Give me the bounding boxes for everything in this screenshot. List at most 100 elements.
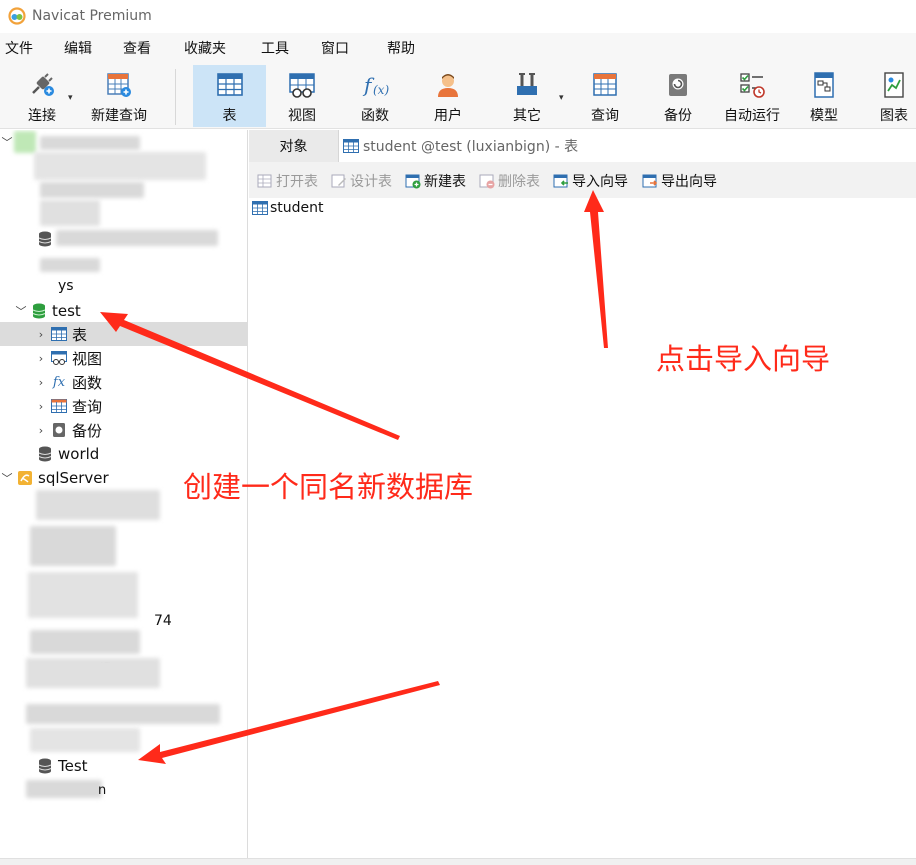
tree-partial-label: ys xyxy=(58,278,74,294)
design-table-label: 设计表 xyxy=(350,174,392,190)
user-tool-label: 用户 xyxy=(434,108,462,124)
query-tool-button[interactable]: 查询 xyxy=(574,65,636,127)
tree-test-functions[interactable]: › fx 函数 xyxy=(34,370,102,394)
chevron-down-icon[interactable]: ﹀ xyxy=(14,303,28,319)
tree-test-tables[interactable]: › 表 xyxy=(0,322,247,346)
menu-file[interactable]: 文件 xyxy=(0,38,59,58)
open-table-label: 打开表 xyxy=(276,174,318,190)
table-icon xyxy=(213,69,247,101)
user-tool-button[interactable]: 用户 xyxy=(418,65,478,127)
new-table-icon xyxy=(405,174,421,189)
import-wizard-button[interactable]: 导入向导 xyxy=(553,170,628,192)
tree-db-Test[interactable]: Test xyxy=(34,754,88,778)
table-item-student[interactable]: student xyxy=(252,200,324,216)
tab-student-table[interactable]: student @test (luxianbign) - 表 xyxy=(339,130,916,162)
tree-connection-sqlserver-label: sqlServer xyxy=(38,469,109,487)
chevron-right-icon[interactable]: › xyxy=(34,376,48,389)
view-tool-button[interactable]: 视图 xyxy=(270,65,334,127)
chevron-down-icon[interactable]: ﹀ xyxy=(0,470,14,486)
menu-favorites[interactable]: 收藏夹 xyxy=(179,38,256,58)
database-icon xyxy=(37,231,53,247)
new-query-button[interactable]: 新建查询 xyxy=(86,65,152,127)
delete-table-icon xyxy=(479,174,495,189)
chart-icon xyxy=(877,69,911,101)
automation-tool-label: 自动运行 xyxy=(724,108,780,124)
function-tool-button[interactable]: f (x) 函数 xyxy=(344,65,406,127)
tree-queries-label: 查询 xyxy=(72,397,103,416)
blurred-region xyxy=(40,136,140,150)
user-icon xyxy=(431,69,465,101)
tree-db-world-label: world xyxy=(58,445,100,463)
blurred-region xyxy=(56,230,218,246)
open-table-button[interactable]: 打开表 xyxy=(257,170,318,192)
table-icon xyxy=(343,139,359,153)
tree-db-test[interactable]: ﹀ test xyxy=(14,299,81,323)
blurred-region xyxy=(30,630,140,654)
blurred-region xyxy=(30,526,116,566)
blurred-region xyxy=(40,200,100,226)
tree-db-blurred[interactable] xyxy=(34,227,58,251)
menu-window[interactable]: 窗口 xyxy=(316,38,382,58)
tools-icon xyxy=(510,69,544,101)
model-tool-button[interactable]: 模型 xyxy=(796,65,852,127)
new-table-button[interactable]: 新建表 xyxy=(405,170,466,192)
tree-db-ys-partial[interactable]: ys xyxy=(58,276,74,296)
menu-tools[interactable]: 工具 xyxy=(256,38,316,58)
table-tool-button[interactable]: 表 xyxy=(193,65,266,127)
blurred-region xyxy=(26,658,160,688)
export-wizard-button[interactable]: 导出向导 xyxy=(642,170,717,192)
table-icon xyxy=(252,201,268,215)
view-icon xyxy=(285,69,319,101)
tree-tables-label: 表 xyxy=(72,325,88,344)
chevron-right-icon[interactable]: › xyxy=(34,400,48,413)
tree-db-74-partial[interactable]: 74 xyxy=(154,610,172,632)
blurred-region xyxy=(28,572,138,618)
other-dropdown-arrow[interactable]: ▾ xyxy=(559,93,564,103)
tree-test-views[interactable]: › 视图 xyxy=(34,346,102,370)
tree-partial-label: 74 xyxy=(154,613,172,629)
import-wizard-icon xyxy=(553,174,568,188)
design-table-icon xyxy=(331,174,346,188)
tree-db-world[interactable]: world xyxy=(34,442,99,466)
open-table-icon xyxy=(257,174,272,188)
chevron-right-icon[interactable]: › xyxy=(34,352,48,365)
tree-db-n-partial[interactable]: n xyxy=(98,780,106,800)
tab-objects[interactable]: 对象 xyxy=(249,130,339,162)
export-wizard-icon xyxy=(642,174,658,188)
chart-tool-button[interactable]: 图表 xyxy=(872,65,916,127)
title-bar: Navicat Premium xyxy=(0,0,916,32)
connect-button[interactable]: 连接 xyxy=(14,65,70,127)
model-tool-label: 模型 xyxy=(810,108,838,124)
tree-db-test-label: test xyxy=(52,302,81,320)
chevron-right-icon[interactable]: › xyxy=(34,328,48,341)
tree-connection-sqlserver[interactable]: ﹀ sqlServer xyxy=(0,466,109,490)
menu-help[interactable]: 帮助 xyxy=(382,38,442,58)
design-table-button[interactable]: 设计表 xyxy=(331,170,392,192)
backup-icon xyxy=(51,422,67,438)
annotation-import-hint: 点击导入向导 xyxy=(656,342,831,376)
delete-table-label: 删除表 xyxy=(498,174,540,190)
tree-test-queries[interactable]: › 查询 xyxy=(34,394,102,418)
automation-icon xyxy=(735,69,769,101)
connect-dropdown-arrow[interactable]: ▾ xyxy=(68,93,73,103)
chevron-right-icon[interactable]: › xyxy=(34,424,48,437)
backup-tool-button[interactable]: 备份 xyxy=(648,65,708,127)
menu-edit[interactable]: 编辑 xyxy=(59,38,118,58)
automation-tool-button[interactable]: 自动运行 xyxy=(718,65,786,127)
menu-view[interactable]: 查看 xyxy=(118,38,179,58)
backup-tool-label: 备份 xyxy=(664,108,692,124)
tab-bar: 对象 student @test (luxianbign) - 表 xyxy=(249,130,916,162)
chevron-down-icon[interactable]: ﹀ xyxy=(0,134,14,150)
delete-table-button[interactable]: 删除表 xyxy=(479,170,540,192)
query-tool-label: 查询 xyxy=(591,108,619,124)
function-icon: fx xyxy=(52,374,66,390)
annotation-create-db-hint: 创建一个同名新数据库 xyxy=(183,470,474,504)
view-icon xyxy=(51,350,67,366)
other-tool-button[interactable]: 其它 xyxy=(497,65,557,127)
object-toolbar: 打开表 设计表 新建表 删除表 导入向导 导出向导 xyxy=(249,162,916,198)
tree-test-backups[interactable]: › 备份 xyxy=(34,418,102,442)
menu-bar: 文件 编辑 查看 收藏夹 工具 窗口 帮助 xyxy=(0,33,916,63)
database-icon xyxy=(37,758,53,774)
window-title: Navicat Premium xyxy=(32,8,152,24)
tree-connection-1[interactable]: ﹀ xyxy=(0,130,36,154)
